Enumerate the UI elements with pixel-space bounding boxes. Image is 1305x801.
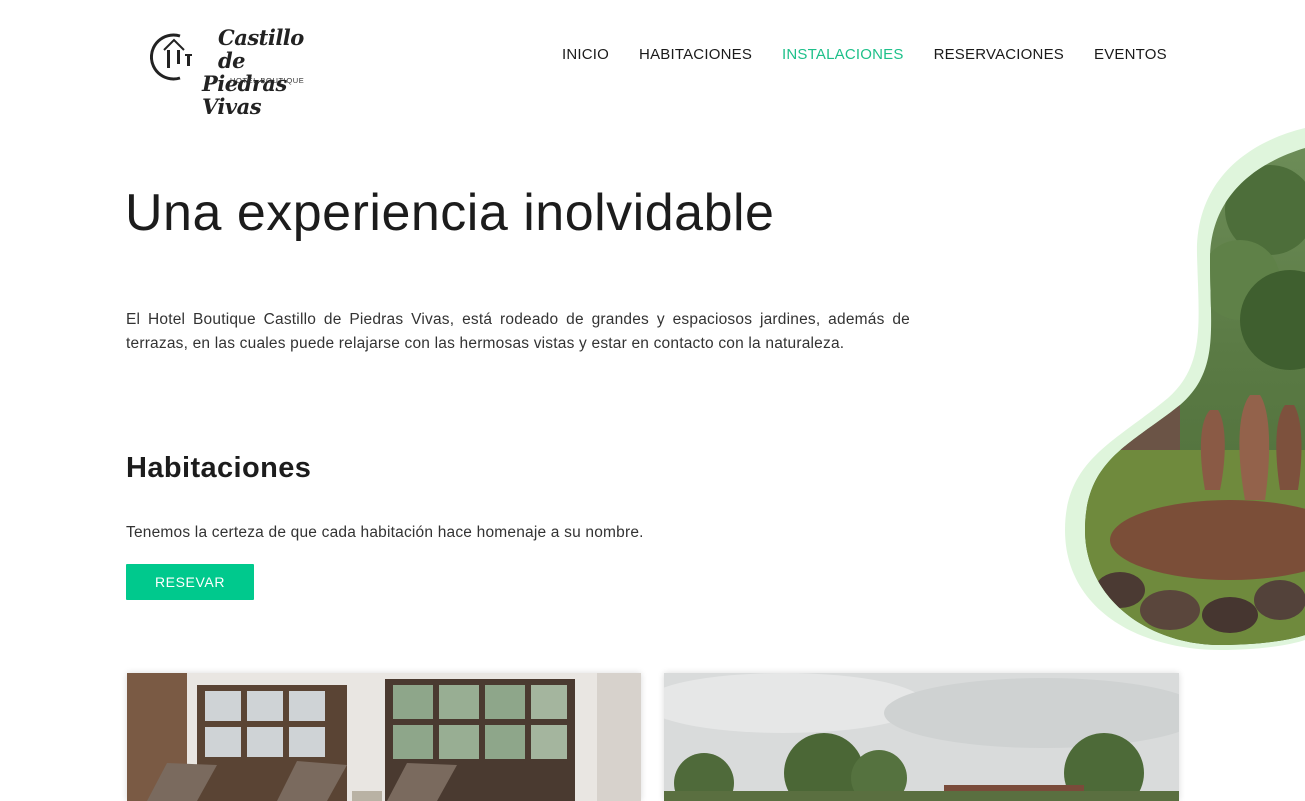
nav-item-eventos[interactable]: EVENTOS	[1094, 46, 1167, 63]
logo-subtitle: HOTEL BOUTIQUE	[230, 76, 305, 85]
card-exterior-photo[interactable]	[664, 673, 1179, 801]
section-description: Tenemos la certeza de que cada habitació…	[126, 524, 644, 541]
nav-item-habitaciones[interactable]: HABITACIONES	[639, 46, 752, 63]
section-title-habitaciones: Habitaciones	[126, 452, 312, 484]
hotel-logo[interactable]: Castillo de Piedras Vivas HOTEL BOUTIQUE	[150, 24, 330, 118]
main-nav: INICIO HABITACIONES INSTALACIONES RESERV…	[562, 46, 1167, 63]
logo-line-1: Castillo de	[218, 25, 304, 73]
nav-item-instalaciones[interactable]: INSTALACIONES	[782, 46, 904, 63]
castle-logo-icon	[150, 33, 192, 81]
exterior-photo	[664, 673, 1179, 801]
hero-description: El Hotel Boutique Castillo de Piedras Vi…	[126, 311, 910, 352]
page-title: Una experiencia inolvidable	[125, 184, 775, 242]
reserve-button[interactable]: RESEVAR	[126, 564, 254, 600]
nav-item-inicio[interactable]: INICIO	[562, 46, 609, 63]
card-habitaciones-photo[interactable]	[127, 673, 641, 801]
room-photo	[127, 673, 641, 801]
garden-photo-blob	[1065, 128, 1305, 650]
logo-wordmark: Castillo de Piedras Vivas	[202, 26, 330, 118]
nav-item-reservaciones[interactable]: RESERVACIONES	[934, 46, 1064, 63]
site-header: Castillo de Piedras Vivas HOTEL BOUTIQUE…	[0, 0, 1305, 118]
